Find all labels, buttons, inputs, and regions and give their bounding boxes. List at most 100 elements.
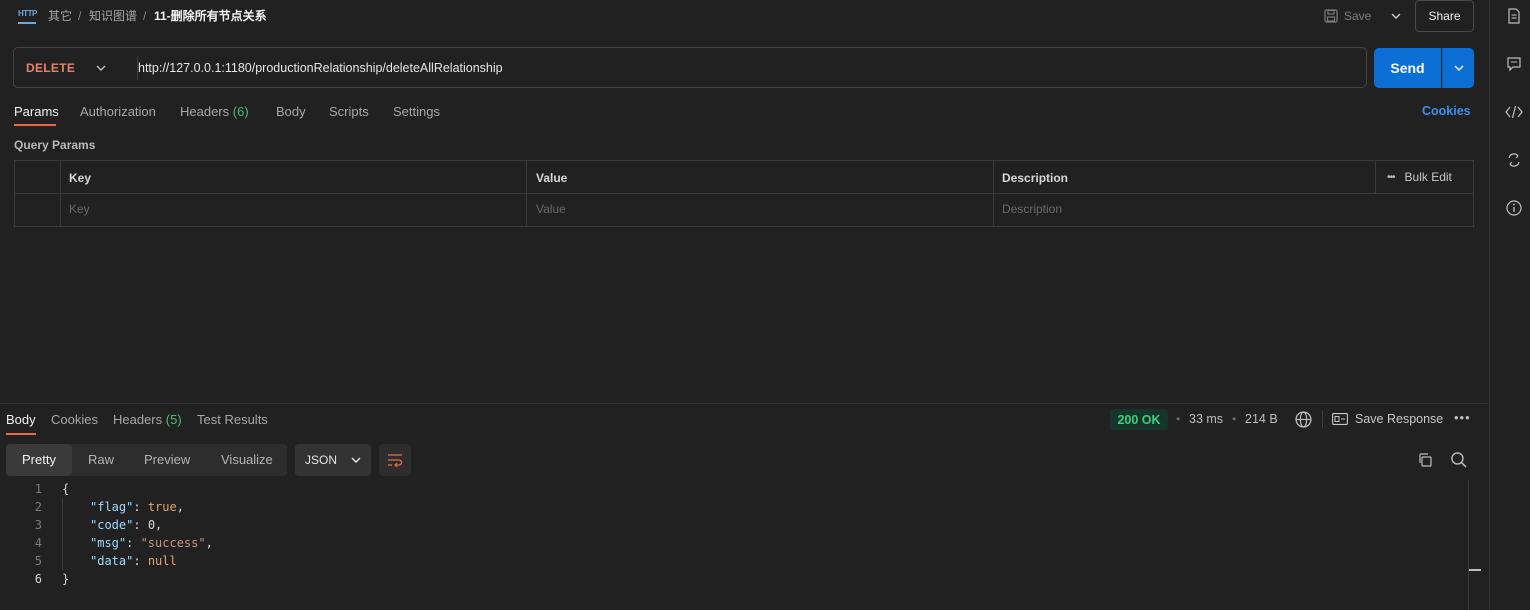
status-badge[interactable]: 200 OK	[1110, 409, 1168, 430]
line-number: 1	[34, 482, 42, 496]
response-tab-cookies[interactable]: Cookies	[51, 412, 98, 427]
active-response-tab-indicator	[6, 433, 36, 435]
line-number: 5	[34, 554, 42, 568]
save-icon	[1324, 9, 1338, 23]
column-header-description: Description	[1002, 171, 1069, 185]
format-label: JSON	[305, 453, 338, 467]
indent-guide	[62, 498, 63, 570]
save-response-icon	[1332, 413, 1348, 425]
json-value: true	[147, 500, 177, 514]
http-file-icon: HTTP	[18, 8, 37, 24]
line-number: 3	[34, 518, 42, 532]
wrap-lines-icon	[388, 454, 403, 467]
query-params-title: Query Params	[14, 138, 96, 152]
document-icon[interactable]	[1505, 7, 1523, 25]
divider	[1322, 411, 1323, 428]
response-tab-body[interactable]: Body	[6, 412, 36, 427]
share-button[interactable]: Share	[1415, 0, 1474, 32]
wrap-lines-button[interactable]	[379, 444, 411, 476]
tab-params[interactable]: Params	[14, 104, 59, 119]
sync-icon[interactable]	[1505, 151, 1523, 169]
line-number: 4	[34, 536, 42, 550]
tab-settings[interactable]: Settings	[393, 104, 440, 119]
json-line: "code": 0,	[90, 518, 163, 532]
code-icon[interactable]	[1505, 103, 1523, 121]
tab-body[interactable]: Body	[276, 104, 306, 119]
json-value: "success"	[140, 536, 206, 550]
value-input[interactable]: Value	[536, 202, 566, 216]
more-horizontal-icon: •••	[1387, 171, 1395, 183]
cookies-link[interactable]: Cookies	[1422, 104, 1471, 118]
tab-scripts[interactable]: Scripts	[329, 104, 369, 119]
json-punct: ,	[205, 536, 213, 550]
method-select[interactable]: DELETE	[26, 61, 75, 75]
save-label: Save	[1344, 9, 1372, 23]
json-line: "msg": "success",	[90, 536, 213, 550]
json-punct: ,	[176, 500, 184, 514]
bulk-edit-label: Bulk Edit	[1404, 170, 1452, 184]
headers-count-badge: (6)	[232, 104, 249, 119]
save-options-chevron-icon[interactable]	[1386, 4, 1406, 28]
copy-icon[interactable]	[1417, 452, 1433, 471]
line-number: 2	[34, 500, 42, 514]
save-button[interactable]: Save	[1324, 4, 1382, 28]
tab-authorization[interactable]: Authorization	[80, 104, 156, 119]
json-key: "flag"	[90, 500, 134, 514]
response-size[interactable]: 214 B	[1245, 412, 1278, 426]
scroll-position-marker[interactable]	[1469, 569, 1481, 571]
breadcrumb-separator: /	[78, 9, 82, 23]
line-number: 6	[34, 572, 42, 586]
view-mode-visualize[interactable]: Visualize	[221, 452, 273, 467]
breadcrumb-item-knowledge-graph[interactable]: 知识图谱	[89, 8, 137, 24]
json-key: "msg"	[90, 536, 127, 550]
view-mode-raw[interactable]: Raw	[88, 452, 114, 467]
column-header-value: Value	[536, 171, 568, 185]
format-select[interactable]: JSON	[295, 444, 371, 476]
response-tab-headers-label: Headers	[113, 412, 163, 427]
chevron-down-icon	[351, 457, 361, 463]
tab-headers-label: Headers	[180, 104, 230, 119]
separator-dot: •	[1232, 412, 1237, 426]
editor-scroll-track[interactable]	[1468, 480, 1469, 610]
json-value: 0	[147, 518, 156, 532]
response-headers-count: (5)	[165, 412, 182, 427]
view-mode-pretty[interactable]: Pretty	[22, 452, 56, 467]
query-params-table: Key Value Description ••• Bulk Edit Key …	[14, 160, 1474, 227]
view-mode-preview[interactable]: Preview	[144, 452, 190, 467]
json-key: "code"	[90, 518, 134, 532]
comment-icon[interactable]	[1505, 55, 1523, 73]
view-mode-switcher: Pretty Raw Preview Visualize	[6, 444, 287, 476]
json-key: "data"	[90, 554, 134, 568]
tab-headers[interactable]: Headers (6)	[180, 104, 249, 119]
description-input[interactable]: Description	[1002, 202, 1062, 216]
response-time[interactable]: 33 ms	[1189, 412, 1223, 426]
request-url-bar: DELETE http://127.0.0.1:1180/productionR…	[13, 47, 1367, 88]
save-response-button[interactable]: Save Response	[1332, 412, 1443, 426]
breadcrumb-item-other[interactable]: 其它	[48, 8, 72, 24]
side-panel-border	[1489, 0, 1490, 610]
response-divider[interactable]	[0, 403, 1489, 404]
send-options-chevron-icon[interactable]	[1442, 48, 1474, 88]
key-input[interactable]: Key	[69, 202, 90, 216]
breadcrumb-separator: /	[143, 9, 147, 23]
json-value: null	[147, 554, 177, 568]
separator-dot: •	[1176, 412, 1181, 426]
response-tab-test-results[interactable]: Test Results	[197, 412, 268, 427]
globe-icon[interactable]	[1295, 411, 1312, 431]
json-punct: ,	[155, 518, 163, 532]
json-close-brace: }	[62, 572, 70, 586]
json-line: "flag": true,	[90, 500, 184, 514]
json-open-brace: {	[62, 482, 70, 496]
response-tab-headers[interactable]: Headers (5)	[113, 412, 182, 427]
search-icon[interactable]	[1450, 451, 1467, 471]
breadcrumb-current-request[interactable]: 11-删除所有节点关系	[154, 8, 267, 24]
active-tab-indicator	[14, 124, 56, 126]
chevron-down-icon[interactable]	[96, 59, 106, 74]
column-header-key: Key	[69, 171, 92, 185]
bulk-edit-button[interactable]: ••• Bulk Edit	[1387, 170, 1452, 184]
more-options-icon[interactable]: •••	[1454, 410, 1471, 425]
info-icon[interactable]	[1505, 199, 1523, 217]
send-button[interactable]: Send	[1374, 48, 1441, 88]
url-input[interactable]: http://127.0.0.1:1180/productionRelation…	[138, 61, 503, 75]
save-response-label: Save Response	[1355, 412, 1444, 426]
